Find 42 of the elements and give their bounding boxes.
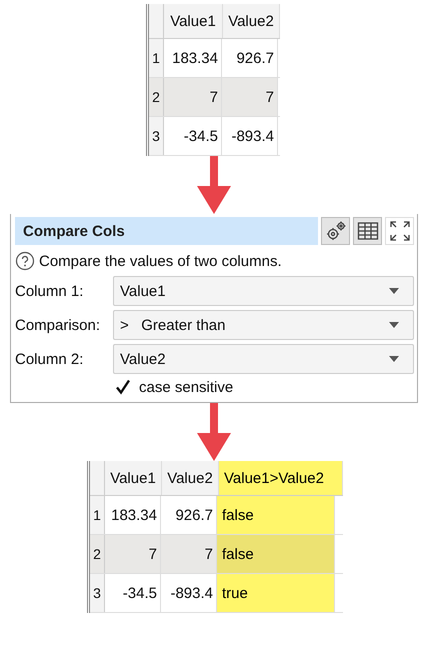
table-cell: 7 (161, 535, 217, 573)
column-header[interactable]: Value1>Value2 (219, 461, 343, 495)
dropdown-field[interactable]: > Greater than (113, 310, 414, 340)
row-number: 3 (149, 117, 164, 155)
field-label: Column 2: (15, 350, 84, 368)
table-cell: 183.34 (105, 496, 161, 534)
down-arrow-icon (197, 156, 231, 214)
table-icon[interactable] (353, 217, 382, 245)
table-cell: true (217, 574, 335, 612)
row-number: 2 (90, 535, 105, 573)
help-icon[interactable] (15, 251, 35, 271)
dropdown-caret-icon (389, 356, 399, 362)
table-cell: false (217, 535, 335, 573)
table-cell: -34.5 (164, 117, 222, 155)
table-cell: false (217, 496, 335, 534)
row-number: 1 (90, 496, 105, 534)
field-label: Comparison: (15, 316, 102, 334)
checkbox-label: case sensitive (139, 378, 234, 396)
dropdown-caret-icon (389, 288, 399, 294)
maximize-icon[interactable] (385, 217, 414, 245)
dropdown-field[interactable]: Value1 (113, 276, 414, 306)
dropdown-caret-icon (389, 322, 399, 328)
table-cell: 926.7 (222, 39, 278, 77)
dropdown-field[interactable]: Value2 (113, 344, 414, 374)
table-cell: 7 (105, 535, 161, 573)
table-cell: 183.34 (164, 39, 222, 77)
column-header[interactable]: Value2 (223, 4, 280, 38)
row-number: 2 (149, 78, 164, 116)
panel-description: Compare the values of two columns. (39, 252, 282, 270)
table-cell: -893.4 (222, 117, 278, 155)
checkbox[interactable] (115, 379, 131, 395)
column-header[interactable]: Value1 (105, 461, 162, 495)
column-header[interactable]: Value1 (164, 4, 223, 38)
table-cell: 7 (164, 78, 222, 116)
settings-icon[interactable] (321, 217, 350, 245)
row-number: 3 (90, 574, 105, 612)
row-number: 1 (149, 39, 164, 77)
down-arrow-icon (197, 403, 231, 461)
panel-title: Compare Cols (15, 217, 318, 245)
field-label: Column 1: (15, 282, 84, 300)
table-cell: -34.5 (105, 574, 161, 612)
table-cell: 7 (222, 78, 278, 116)
